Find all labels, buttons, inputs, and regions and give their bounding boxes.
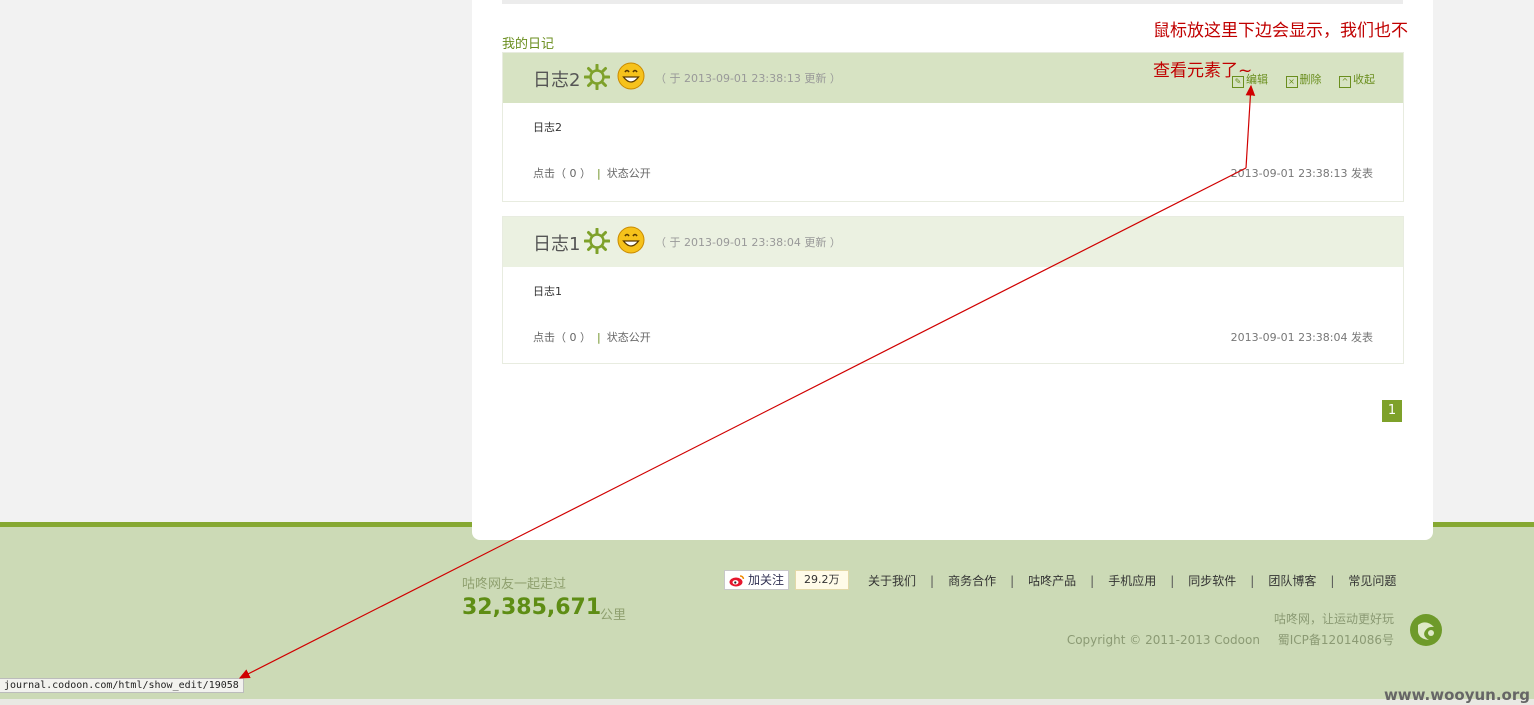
annotation-text-line1: 鼠标放这里下边会显示，我们也不 <box>1153 21 1408 41</box>
entry-status: 状态公开 <box>606 331 651 344</box>
sun-icon <box>584 228 610 254</box>
copyright-text: Copyright © 2011-2013 Codoon <box>1066 633 1260 647</box>
section-title: 我的日记 <box>502 37 555 52</box>
footer-link-about[interactable]: 关于我们 <box>868 574 916 588</box>
footer-nav: 关于我们 | 商务合作 | 咕咚产品 | 手机应用 | 同步软件 | 团队博客 | 常见问题 <box>868 574 1397 588</box>
footer-slogan: 咕咚网，让运动更好玩 <box>1273 612 1394 626</box>
smile-emoji-icon <box>617 62 645 90</box>
distance-stat-label: 咕咚网友一起走过 <box>462 577 567 592</box>
entry-meta: 点击（ 0 ） | 状态公开 <box>533 165 651 181</box>
annotation-text-line2: 查看元素了~ <box>1153 61 1253 81</box>
weibo-follow-button[interactable]: 加关注 <box>724 570 790 590</box>
footer-link-business[interactable]: 商务合作 <box>948 574 996 588</box>
pagination-page[interactable]: 1 <box>1382 400 1402 422</box>
smile-emoji-icon <box>617 226 645 254</box>
footer-link-sync[interactable]: 同步软件 <box>1188 574 1236 588</box>
entry-body: 日志1 <box>533 285 562 298</box>
entry-meta: 点击（ 0 ） | 状态公开 <box>533 329 651 345</box>
sun-icon <box>584 64 610 90</box>
diary-entry: 日志1 （ 于 2013-09-01 23:38:04 更新 ） 日志1 点击（… <box>502 216 1404 364</box>
codoon-logo-icon <box>1410 614 1442 646</box>
footer-link-faq[interactable]: 常见问题 <box>1348 574 1396 588</box>
footer-link-products[interactable]: 咕咚产品 <box>1028 574 1076 588</box>
meta-separator: | <box>597 167 601 180</box>
entry-clicks: 点击（ 0 ） <box>533 167 591 180</box>
footer-copyright: Copyright © 2011-2013 Codoon 蜀ICP备120140… <box>1067 631 1394 648</box>
weibo-follow-label: 加关注 <box>748 573 785 587</box>
entry-status: 状态公开 <box>606 167 651 180</box>
entry-updated-time: （ 于 2013-09-01 23:38:04 更新 ） <box>655 236 841 249</box>
weibo-follow-widget: 加关注 29.2万 <box>724 570 849 590</box>
icp-link[interactable]: 蜀ICP备12014086号 <box>1278 633 1394 647</box>
entry-title[interactable]: 日志1 <box>533 230 580 256</box>
entry-published: 2013-09-01 23:38:04 发表 <box>1230 331 1373 344</box>
weibo-follower-count: 29.2万 <box>795 570 849 590</box>
top-divider <box>502 0 1403 4</box>
entry-clicks: 点击（ 0 ） <box>533 331 591 344</box>
entry-header: 日志1 （ 于 2013-09-01 23:38:04 更新 ） <box>503 217 1403 267</box>
footer-link-blog[interactable]: 团队博客 <box>1268 574 1316 588</box>
entry-published: 2013-09-01 23:38:13 发表 <box>1230 167 1373 180</box>
status-bar-url: journal.codoon.com/html/show_edit/19058 <box>0 678 244 693</box>
footer-link-mobile[interactable]: 手机应用 <box>1108 574 1156 588</box>
watermark: www.wooyun.org <box>1383 686 1530 704</box>
meta-separator: | <box>597 331 601 344</box>
footer: 咕咚网友一起走过 32,385,671 公里 加关注 29.2万 关于我们 | 商务… <box>0 522 1534 699</box>
distance-stat-value: 32,385,671 <box>462 595 602 620</box>
distance-stat-unit: 公里 <box>600 608 627 623</box>
weibo-icon <box>729 574 745 586</box>
entry-title[interactable]: 日志2 <box>533 66 580 92</box>
entry-body: 日志2 <box>533 121 562 134</box>
entry-updated-time: （ 于 2013-09-01 23:38:13 更新 ） <box>655 72 841 85</box>
content-card: 我的日记 日志2 （ 于 2013-09-01 23:38:13 更新 ） ✎ … <box>472 0 1433 540</box>
